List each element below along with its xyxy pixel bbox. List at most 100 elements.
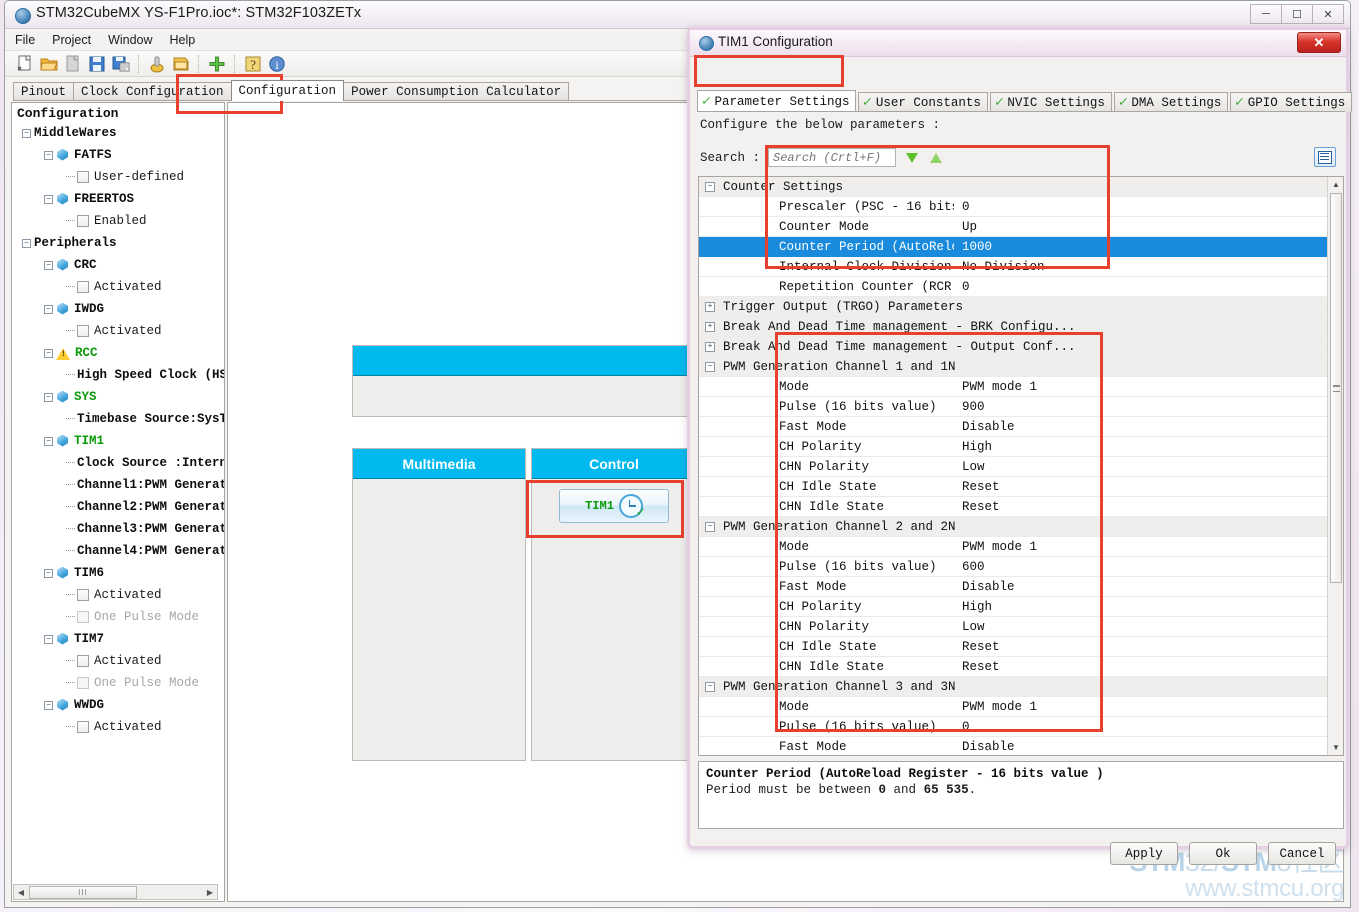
- tree-expander-icon[interactable]: −: [44, 392, 53, 402]
- tree-item-clock-source-interna[interactable]: Clock Source :Interna: [12, 452, 224, 474]
- parameter-value[interactable]: 0: [954, 280, 1327, 294]
- generate-report-icon[interactable]: [171, 54, 191, 74]
- checkbox[interactable]: [77, 281, 89, 293]
- group-expander-icon[interactable]: −: [705, 361, 715, 372]
- scroll-right-button[interactable]: ▶: [203, 885, 217, 899]
- parameter-group-row[interactable]: − Counter Settings: [699, 177, 1327, 197]
- parameter-row[interactable]: Mode PWM mode 1: [699, 537, 1327, 557]
- tree-item-wwdg[interactable]: − WWDG: [12, 694, 224, 716]
- tree-item-channel3-pwm-generatio[interactable]: Channel3:PWM Generatio: [12, 518, 224, 540]
- parameter-group-row[interactable]: + Trigger Output (TRGO) Parameters: [699, 297, 1327, 317]
- tab-pinout[interactable]: Pinout: [13, 82, 75, 101]
- group-expander-icon[interactable]: −: [705, 521, 715, 532]
- parameter-row[interactable]: Pulse (16 bits value) 0: [699, 717, 1327, 737]
- tab-user-constants[interactable]: ✓ User Constants: [858, 92, 988, 112]
- tab-parameter-settings[interactable]: ✓ Parameter Settings: [697, 90, 857, 112]
- parameter-value[interactable]: High: [954, 600, 1327, 614]
- tree-item-tim7[interactable]: − TIM7: [12, 628, 224, 650]
- tab-nvic-settings[interactable]: ✓ NVIC Settings: [989, 92, 1112, 112]
- group-expander-icon[interactable]: +: [705, 301, 715, 312]
- group-expander-icon[interactable]: −: [705, 681, 715, 692]
- checkbox[interactable]: [77, 215, 89, 227]
- tab-configuration[interactable]: Configuration: [230, 80, 345, 101]
- find-next-icon[interactable]: [904, 150, 920, 166]
- parameter-value[interactable]: PWM mode 1: [954, 700, 1327, 714]
- tree-item-user-defined[interactable]: User-defined: [12, 166, 224, 188]
- tree-item-activated[interactable]: Activated: [12, 320, 224, 342]
- tree-item-activated[interactable]: Activated: [12, 276, 224, 298]
- parameter-value[interactable]: Reset: [954, 660, 1327, 674]
- tree-item-middlewares[interactable]: − MiddleWares: [12, 122, 224, 144]
- checkbox[interactable]: [77, 655, 89, 667]
- find-previous-icon[interactable]: [928, 150, 944, 166]
- tree-item-sys[interactable]: − SYS: [12, 386, 224, 408]
- parameter-value[interactable]: Reset: [954, 500, 1327, 514]
- parameter-group-row[interactable]: − PWM Generation Channel 1 and 1N: [699, 357, 1327, 377]
- tree-item-channel4-pwm-generatio[interactable]: Channel4:PWM Generatio: [12, 540, 224, 562]
- parameter-row[interactable]: Internal Clock Division (CKD)No Division: [699, 257, 1327, 277]
- checkbox[interactable]: [77, 589, 89, 601]
- tree-expander-icon[interactable]: −: [44, 194, 53, 204]
- parameter-group-row[interactable]: − PWM Generation Channel 3 and 3N: [699, 677, 1327, 697]
- tree-expander-icon[interactable]: −: [44, 348, 53, 358]
- parameter-row[interactable]: Prescaler (PSC - 16 bits value)0: [699, 197, 1327, 217]
- apply-button[interactable]: Apply: [1110, 842, 1178, 865]
- ok-button[interactable]: Ok: [1189, 842, 1257, 865]
- group-expander-icon[interactable]: −: [705, 181, 715, 192]
- parameter-value[interactable]: 0: [954, 200, 1327, 214]
- tree-item-peripherals[interactable]: − Peripherals: [12, 232, 224, 254]
- parameter-value[interactable]: PWM mode 1: [954, 540, 1327, 554]
- scroll-thumb[interactable]: [1330, 193, 1342, 583]
- tree-item-channel1-pwm-generatio[interactable]: Channel1:PWM Generatio: [12, 474, 224, 496]
- menu-file[interactable]: File: [15, 33, 35, 47]
- tree-item-timebase-source-systi[interactable]: Timebase Source:SysTi: [12, 408, 224, 430]
- checkbox[interactable]: [77, 611, 89, 623]
- group-expander-icon[interactable]: +: [705, 321, 715, 332]
- parameter-row[interactable]: Repetition Counter (RCR - 8 bits...0: [699, 277, 1327, 297]
- tree-item-iwdg[interactable]: − IWDG: [12, 298, 224, 320]
- checkbox[interactable]: [77, 677, 89, 689]
- parameter-row[interactable]: Counter Mode Up: [699, 217, 1327, 237]
- tree-horizontal-scrollbar[interactable]: ◀ III ▶: [13, 884, 218, 900]
- tree-item-one-pulse-mode[interactable]: One Pulse Mode: [12, 672, 224, 694]
- tree-item-channel2-pwm-generatio[interactable]: Channel2:PWM Generatio: [12, 496, 224, 518]
- parameter-row[interactable]: CH Polarity High: [699, 597, 1327, 617]
- add-additional-software-icon[interactable]: [207, 54, 227, 74]
- tree-item-rcc[interactable]: − RCC: [12, 342, 224, 364]
- parameter-row[interactable]: Mode PWM mode 1: [699, 377, 1327, 397]
- tree-item-high-speed-clock-hs[interactable]: High Speed Clock (HS: [12, 364, 224, 386]
- close-button[interactable]: ✕: [1312, 4, 1344, 24]
- tree-item-activated[interactable]: Activated: [12, 584, 224, 606]
- tree-expander-icon[interactable]: −: [44, 304, 53, 314]
- parameter-row[interactable]: CHN Polarity Low: [699, 457, 1327, 477]
- scroll-down-button[interactable]: ▼: [1328, 740, 1343, 755]
- expand-collapse-icon[interactable]: [1314, 147, 1336, 167]
- tree-expander-icon[interactable]: −: [22, 238, 31, 248]
- tree-item-freertos[interactable]: − FREERTOS: [12, 188, 224, 210]
- parameter-row[interactable]: CHN Polarity Low: [699, 617, 1327, 637]
- parameter-row[interactable]: CHN Idle State Reset: [699, 657, 1327, 677]
- tree-item-tim6[interactable]: − TIM6: [12, 562, 224, 584]
- minimize-button[interactable]: ─: [1250, 4, 1282, 24]
- parameter-row[interactable]: Fast Mode Disable: [699, 417, 1327, 437]
- tree-expander-icon[interactable]: −: [44, 634, 53, 644]
- menu-window[interactable]: Window: [108, 33, 152, 47]
- parameter-value[interactable]: Low: [954, 620, 1327, 634]
- parameter-value[interactable]: Up: [954, 220, 1327, 234]
- parameter-row[interactable]: Mode PWM mode 1: [699, 697, 1327, 717]
- checkbox[interactable]: [77, 171, 89, 183]
- parameter-value[interactable]: Reset: [954, 480, 1327, 494]
- scroll-thumb[interactable]: III: [29, 885, 137, 899]
- peripheral-button-tim1[interactable]: TIM1 ✓: [559, 489, 669, 523]
- tree-expander-icon[interactable]: −: [44, 700, 53, 710]
- parameter-value[interactable]: Reset: [954, 640, 1327, 654]
- parameter-row[interactable]: CH Idle State Reset: [699, 637, 1327, 657]
- parameter-value[interactable]: 1000: [954, 240, 1327, 254]
- tree-expander-icon[interactable]: −: [44, 150, 53, 160]
- parameter-value[interactable]: PWM mode 1: [954, 380, 1327, 394]
- maximize-button[interactable]: ☐: [1281, 4, 1313, 24]
- parameter-value[interactable]: Low: [954, 460, 1327, 474]
- group-expander-icon[interactable]: +: [705, 341, 715, 352]
- search-input[interactable]: [768, 148, 897, 167]
- scroll-left-button[interactable]: ◀: [14, 885, 28, 899]
